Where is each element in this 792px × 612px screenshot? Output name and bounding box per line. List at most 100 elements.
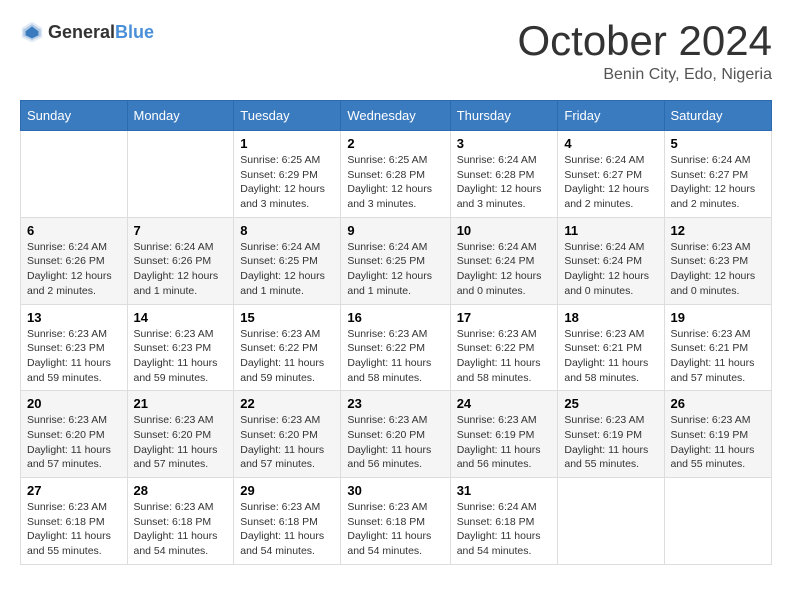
day-number: 29 — [240, 483, 334, 498]
header-cell-friday: Friday — [558, 101, 664, 131]
day-info: Sunrise: 6:23 AM Sunset: 6:23 PM Dayligh… — [27, 327, 121, 386]
calendar-cell: 18Sunrise: 6:23 AM Sunset: 6:21 PM Dayli… — [558, 304, 664, 391]
day-info: Sunrise: 6:23 AM Sunset: 6:22 PM Dayligh… — [240, 327, 334, 386]
day-info: Sunrise: 6:23 AM Sunset: 6:18 PM Dayligh… — [27, 500, 121, 559]
day-number: 24 — [457, 396, 552, 411]
calendar-cell: 25Sunrise: 6:23 AM Sunset: 6:19 PM Dayli… — [558, 391, 664, 478]
day-number: 3 — [457, 136, 552, 151]
day-info: Sunrise: 6:23 AM Sunset: 6:20 PM Dayligh… — [27, 413, 121, 472]
day-info: Sunrise: 6:23 AM Sunset: 6:20 PM Dayligh… — [347, 413, 443, 472]
day-info: Sunrise: 6:25 AM Sunset: 6:28 PM Dayligh… — [347, 153, 443, 212]
logo-icon — [20, 20, 44, 44]
day-number: 14 — [134, 310, 228, 325]
day-info: Sunrise: 6:24 AM Sunset: 6:27 PM Dayligh… — [671, 153, 766, 212]
day-number: 5 — [671, 136, 766, 151]
day-info: Sunrise: 6:23 AM Sunset: 6:18 PM Dayligh… — [347, 500, 443, 559]
calendar-cell: 31 Sunrise: 6:24 AM Sunset: 6:18 PM Dayli… — [450, 478, 558, 565]
calendar-cell: 7 Sunrise: 6:24 AM Sunset: 6:26 PM Daylig… — [127, 217, 234, 304]
day-number: 16 — [347, 310, 443, 325]
day-number: 22 — [240, 396, 334, 411]
calendar-cell: 13 Sunrise: 6:23 AM Sunset: 6:23 PM Dayli… — [21, 304, 128, 391]
day-number: 30 — [347, 483, 443, 498]
header-cell-thursday: Thursday — [450, 101, 558, 131]
calendar-cell: 24 Sunrise: 6:23 AM Sunset: 6:19 PM Dayli… — [450, 391, 558, 478]
month-title: October 2024 — [517, 20, 772, 62]
day-number: 2 — [347, 136, 443, 151]
calendar-cell — [127, 131, 234, 218]
logo: GeneralBlue — [20, 20, 154, 44]
day-number: 1 — [240, 136, 334, 151]
day-number: 12 — [671, 223, 766, 238]
day-info: Sunrise: 6:23 AM Sunset: 6:23 PM Dayligh… — [671, 240, 766, 299]
day-number: 31 — [457, 483, 552, 498]
day-number: 21 — [134, 396, 228, 411]
day-number: 6 — [27, 223, 121, 238]
calendar-cell: 2 Sunrise: 6:25 AM Sunset: 6:28 PM Daylig… — [341, 131, 450, 218]
calendar-cell: 1Sunrise: 6:25 AM Sunset: 6:29 PM Daylig… — [234, 131, 341, 218]
header-row: SundayMondayTuesdayWednesdayThursdayFrid… — [21, 101, 772, 131]
day-info: Sunrise: 6:24 AM Sunset: 6:28 PM Dayligh… — [457, 153, 552, 212]
day-number: 8 — [240, 223, 334, 238]
day-info: Sunrise: 6:24 AM Sunset: 6:27 PM Dayligh… — [564, 153, 657, 212]
day-number: 7 — [134, 223, 228, 238]
header-cell-saturday: Saturday — [664, 101, 772, 131]
calendar-cell: 26Sunrise: 6:23 AM Sunset: 6:19 PM Dayli… — [664, 391, 772, 478]
calendar-cell — [664, 478, 772, 565]
calendar-cell: 14 Sunrise: 6:23 AM Sunset: 6:23 PM Dayli… — [127, 304, 234, 391]
day-info: Sunrise: 6:24 AM Sunset: 6:25 PM Dayligh… — [347, 240, 443, 299]
header-cell-monday: Monday — [127, 101, 234, 131]
calendar-cell: 19 Sunrise: 6:23 AM Sunset: 6:21 PM Dayli… — [664, 304, 772, 391]
day-info: Sunrise: 6:23 AM Sunset: 6:23 PM Dayligh… — [134, 327, 228, 386]
day-info: Sunrise: 6:23 AM Sunset: 6:22 PM Dayligh… — [347, 327, 443, 386]
day-number: 25 — [564, 396, 657, 411]
calendar-cell: 5 Sunrise: 6:24 AM Sunset: 6:27 PM Daylig… — [664, 131, 772, 218]
calendar-cell: 11Sunrise: 6:24 AM Sunset: 6:24 PM Dayli… — [558, 217, 664, 304]
calendar-cell: 17Sunrise: 6:23 AM Sunset: 6:22 PM Dayli… — [450, 304, 558, 391]
week-row-5: 27 Sunrise: 6:23 AM Sunset: 6:18 PM Dayli… — [21, 478, 772, 565]
calendar-cell: 27 Sunrise: 6:23 AM Sunset: 6:18 PM Dayli… — [21, 478, 128, 565]
day-info: Sunrise: 6:24 AM Sunset: 6:26 PM Dayligh… — [27, 240, 121, 299]
day-number: 4 — [564, 136, 657, 151]
day-info: Sunrise: 6:23 AM Sunset: 6:18 PM Dayligh… — [134, 500, 228, 559]
day-number: 20 — [27, 396, 121, 411]
logo-text: GeneralBlue — [48, 22, 154, 43]
week-row-2: 6 Sunrise: 6:24 AM Sunset: 6:26 PM Daylig… — [21, 217, 772, 304]
day-info: Sunrise: 6:23 AM Sunset: 6:21 PM Dayligh… — [671, 327, 766, 386]
calendar-cell: 23 Sunrise: 6:23 AM Sunset: 6:20 PM Dayli… — [341, 391, 450, 478]
day-number: 11 — [564, 223, 657, 238]
header-cell-tuesday: Tuesday — [234, 101, 341, 131]
calendar-cell: 9 Sunrise: 6:24 AM Sunset: 6:25 PM Daylig… — [341, 217, 450, 304]
day-number: 27 — [27, 483, 121, 498]
calendar-cell: 4 Sunrise: 6:24 AM Sunset: 6:27 PM Daylig… — [558, 131, 664, 218]
week-row-4: 20 Sunrise: 6:23 AM Sunset: 6:20 PM Dayli… — [21, 391, 772, 478]
week-row-3: 13 Sunrise: 6:23 AM Sunset: 6:23 PM Dayli… — [21, 304, 772, 391]
day-info: Sunrise: 6:23 AM Sunset: 6:19 PM Dayligh… — [457, 413, 552, 472]
calendar-table: SundayMondayTuesdayWednesdayThursdayFrid… — [20, 100, 772, 565]
day-number: 19 — [671, 310, 766, 325]
week-row-1: 1Sunrise: 6:25 AM Sunset: 6:29 PM Daylig… — [21, 131, 772, 218]
day-number: 26 — [671, 396, 766, 411]
day-number: 9 — [347, 223, 443, 238]
calendar-cell: 28Sunrise: 6:23 AM Sunset: 6:18 PM Dayli… — [127, 478, 234, 565]
day-info: Sunrise: 6:24 AM Sunset: 6:18 PM Dayligh… — [457, 500, 552, 559]
day-info: Sunrise: 6:23 AM Sunset: 6:22 PM Dayligh… — [457, 327, 552, 386]
calendar-cell: 12 Sunrise: 6:23 AM Sunset: 6:23 PM Dayli… — [664, 217, 772, 304]
day-number: 10 — [457, 223, 552, 238]
calendar-cell: 21Sunrise: 6:23 AM Sunset: 6:20 PM Dayli… — [127, 391, 234, 478]
day-info: Sunrise: 6:24 AM Sunset: 6:26 PM Dayligh… — [134, 240, 228, 299]
day-number: 15 — [240, 310, 334, 325]
calendar-cell: 22 Sunrise: 6:23 AM Sunset: 6:20 PM Dayli… — [234, 391, 341, 478]
page-header: GeneralBlue October 2024 Benin City, Edo… — [20, 20, 772, 84]
calendar-cell: 29Sunrise: 6:23 AM Sunset: 6:18 PM Dayli… — [234, 478, 341, 565]
title-section: October 2024 Benin City, Edo, Nigeria — [517, 20, 772, 84]
calendar-cell: 3 Sunrise: 6:24 AM Sunset: 6:28 PM Daylig… — [450, 131, 558, 218]
day-number: 13 — [27, 310, 121, 325]
day-info: Sunrise: 6:23 AM Sunset: 6:20 PM Dayligh… — [240, 413, 334, 472]
calendar-cell: 15 Sunrise: 6:23 AM Sunset: 6:22 PM Dayli… — [234, 304, 341, 391]
day-number: 18 — [564, 310, 657, 325]
calendar-cell: 20 Sunrise: 6:23 AM Sunset: 6:20 PM Dayli… — [21, 391, 128, 478]
day-info: Sunrise: 6:24 AM Sunset: 6:25 PM Dayligh… — [240, 240, 334, 299]
day-number: 23 — [347, 396, 443, 411]
calendar-cell: 8 Sunrise: 6:24 AM Sunset: 6:25 PM Daylig… — [234, 217, 341, 304]
logo-general: General — [48, 22, 115, 42]
